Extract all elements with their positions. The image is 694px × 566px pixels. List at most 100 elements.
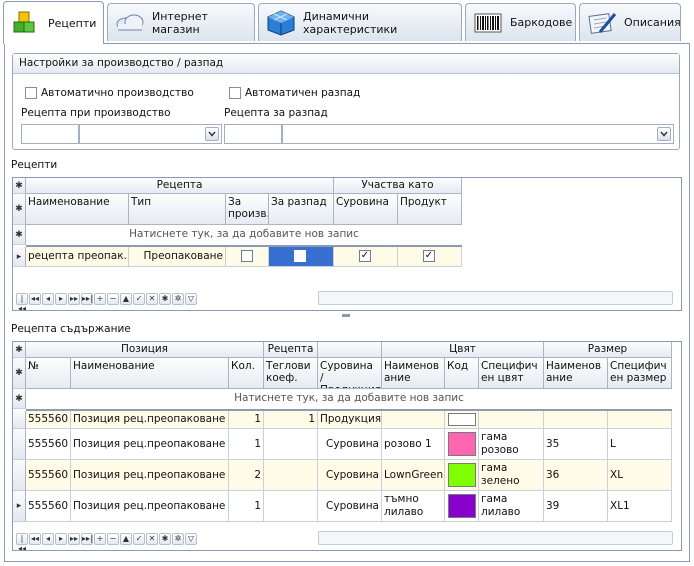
- tab-recipes[interactable]: Рецепти: [3, 1, 104, 44]
- table-row-size-name[interactable]: [544, 411, 608, 429]
- navigator-button[interactable]: ▸▸|: [81, 533, 93, 545]
- table-row-qty[interactable]: 1: [229, 491, 264, 522]
- table-row-qty[interactable]: 1: [229, 411, 264, 429]
- table-row-size-spec[interactable]: [608, 411, 672, 429]
- table-row-kind[interactable]: Суровина: [318, 491, 382, 522]
- col-header-no[interactable]: №: [26, 358, 71, 389]
- table-row-color-name[interactable]: LownGreen: [382, 460, 445, 491]
- tab-internet-shop[interactable]: Интернет магазин: [107, 3, 255, 41]
- col-header-raw-product[interactable]: Суровина / Продукция: [318, 358, 382, 389]
- table-row-color-spec[interactable]: гама розово: [479, 429, 544, 460]
- table-row-kind[interactable]: Продукция: [318, 411, 382, 429]
- table-row-color-name[interactable]: [382, 411, 445, 429]
- col-header-type[interactable]: Тип: [129, 194, 226, 225]
- table-row-color-name[interactable]: розово 1: [382, 429, 445, 460]
- table-row-qty[interactable]: 2: [229, 460, 264, 491]
- col-header-product[interactable]: Продукт: [398, 194, 462, 225]
- table-row-no[interactable]: 555560: [26, 460, 71, 491]
- table-row-color-spec[interactable]: [479, 411, 544, 429]
- for-production-cell[interactable]: [226, 247, 269, 267]
- auto-breakdown-checkbox[interactable]: [229, 87, 241, 99]
- navigator-button[interactable]: ✕: [146, 533, 158, 545]
- col-header-name[interactable]: Наименование: [26, 194, 129, 225]
- navigator-button[interactable]: ✲: [172, 293, 184, 305]
- table-row-kind[interactable]: Суровина: [318, 460, 382, 491]
- navigator-button[interactable]: ▽: [185, 293, 197, 305]
- col-header-color-spec[interactable]: Специфичен цвят: [479, 358, 544, 389]
- recipe-type-cell[interactable]: Преопаковане: [129, 247, 226, 267]
- table-row-color-name[interactable]: тъмно лилаво: [382, 491, 445, 522]
- chevron-down-icon[interactable]: [205, 127, 219, 141]
- navigator-button[interactable]: ▲: [120, 293, 132, 305]
- col-header-for-breakdown[interactable]: За разпад: [269, 194, 334, 225]
- table-row-no[interactable]: 555560: [26, 429, 71, 460]
- navigator-button[interactable]: |◂◂: [16, 293, 28, 310]
- table-row-color-code[interactable]: [445, 491, 479, 522]
- for-breakdown-cell[interactable]: [269, 247, 334, 267]
- navigator-button[interactable]: ✕: [146, 293, 158, 305]
- col-header-raw[interactable]: Суровина: [334, 194, 398, 225]
- navigator-button[interactable]: |◂◂: [16, 533, 28, 550]
- col-header-color-name[interactable]: Наименование: [382, 358, 445, 389]
- table-row-size-spec[interactable]: XL1: [608, 491, 672, 522]
- col-header-for-production[interactable]: За произв.: [226, 194, 269, 225]
- content-new-record[interactable]: Натиснете тук, за да добавите нов запис: [26, 392, 672, 404]
- raw-checkbox[interactable]: ✓: [359, 250, 371, 262]
- navigator-button[interactable]: ◂: [42, 293, 54, 305]
- table-row-size-name[interactable]: 36: [544, 460, 608, 491]
- table-row-size-spec[interactable]: XL: [608, 460, 672, 491]
- auto-production-checkbox[interactable]: [25, 87, 37, 99]
- table-row-color-code[interactable]: [445, 460, 479, 491]
- table-row-kind[interactable]: Суровина: [318, 429, 382, 460]
- product-checkbox[interactable]: ✓: [423, 250, 435, 262]
- col-header-color-code[interactable]: Код: [445, 358, 479, 389]
- product-cell[interactable]: ✓: [398, 247, 462, 267]
- table-row-name[interactable]: Позиция рец.преопаковане: [71, 460, 229, 491]
- recipes-horizontal-scrollbar[interactable]: [318, 291, 673, 305]
- col-header-size-name[interactable]: Наименование: [544, 358, 608, 389]
- tab-dynamic-characteristics[interactable]: Динамични характеристики: [258, 3, 462, 41]
- recipe-breakdown-code-input[interactable]: [224, 124, 282, 144]
- splitter-handle[interactable]: [342, 314, 350, 317]
- col-header-weight[interactable]: Теглови коеф.: [264, 358, 318, 389]
- navigator-button[interactable]: ✓: [133, 293, 145, 305]
- navigator-button[interactable]: +: [94, 533, 106, 545]
- recipe-name-cell[interactable]: рецепта преопак.: [26, 247, 129, 267]
- navigator-button[interactable]: ✲: [172, 533, 184, 545]
- navigator-button[interactable]: ✱: [159, 533, 171, 545]
- for-breakdown-checkbox[interactable]: [294, 250, 306, 262]
- raw-cell[interactable]: ✓: [334, 247, 398, 267]
- table-row-size-name[interactable]: 35: [544, 429, 608, 460]
- navigator-button[interactable]: ◂◂: [29, 293, 41, 305]
- table-row-weight[interactable]: [264, 429, 318, 460]
- for-production-checkbox[interactable]: [241, 250, 253, 262]
- navigator-button[interactable]: ▸: [55, 293, 67, 305]
- table-row-weight[interactable]: 1: [264, 411, 318, 429]
- navigator-button[interactable]: ▸▸: [68, 533, 80, 545]
- table-row-size-spec[interactable]: L: [608, 429, 672, 460]
- recipe-production-select[interactable]: [79, 124, 222, 144]
- chevron-down-icon[interactable]: [657, 127, 671, 141]
- table-row-no[interactable]: 555560: [26, 411, 71, 429]
- navigator-button[interactable]: ▲: [120, 533, 132, 545]
- content-horizontal-scrollbar[interactable]: [318, 531, 673, 545]
- tab-descriptions[interactable]: Описания: [579, 3, 681, 41]
- navigator-button[interactable]: ▽: [185, 533, 197, 545]
- navigator-button[interactable]: ▸▸|: [81, 293, 93, 305]
- navigator-button[interactable]: −: [107, 293, 119, 305]
- table-row-size-name[interactable]: 39: [544, 491, 608, 522]
- col-header-qty[interactable]: Кол.: [229, 358, 264, 389]
- navigator-button[interactable]: −: [107, 533, 119, 545]
- table-row-color-spec[interactable]: гама зелено: [479, 460, 544, 491]
- navigator-button[interactable]: ✓: [133, 533, 145, 545]
- table-row-name[interactable]: Позиция рец.преопаковане: [71, 491, 229, 522]
- col-header-size-spec[interactable]: Специфичен размер: [608, 358, 672, 389]
- navigator-button[interactable]: ✱: [159, 293, 171, 305]
- navigator-button[interactable]: ◂◂: [29, 533, 41, 545]
- table-row-name[interactable]: Позиция рец.преопаковане: [71, 429, 229, 460]
- table-row-name[interactable]: Позиция рец.преопаковане: [71, 411, 229, 429]
- table-row-weight[interactable]: [264, 460, 318, 491]
- recipe-breakdown-select[interactable]: [282, 124, 674, 144]
- col-header-position-name[interactable]: Наименование: [71, 358, 229, 389]
- navigator-button[interactable]: ◂: [42, 533, 54, 545]
